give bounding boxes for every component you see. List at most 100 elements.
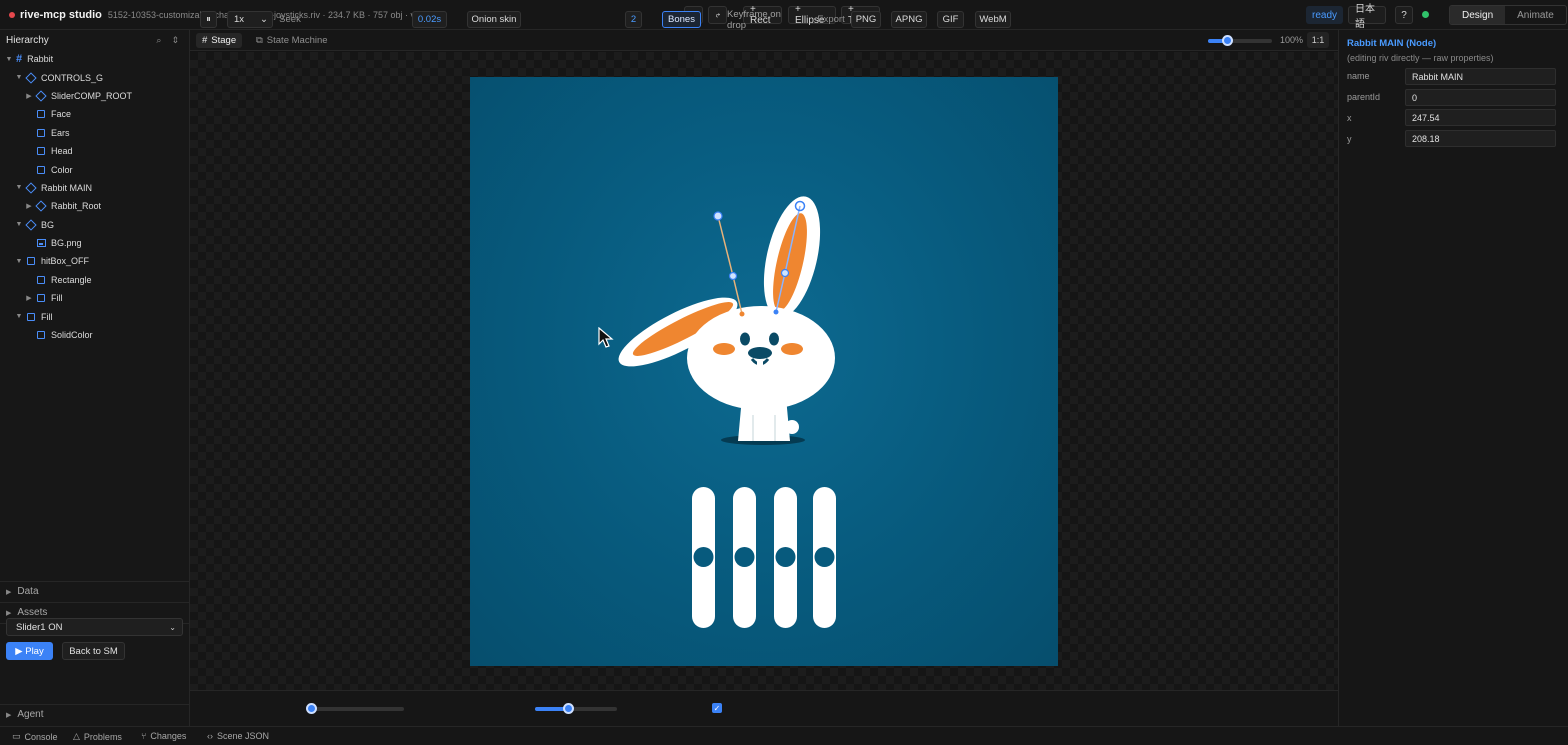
tree-item[interactable]: SolidColor: [0, 326, 189, 344]
section-data[interactable]: ▶ Data: [0, 581, 189, 601]
tree-item[interactable]: ▶ Rabbit_Root: [0, 197, 189, 215]
caret-down-icon[interactable]: ▼: [15, 313, 23, 320]
canvas-area[interactable]: [190, 52, 1338, 690]
tree-item[interactable]: ▶ Fill: [0, 289, 189, 307]
back-to-sm-button[interactable]: Back to SM: [62, 642, 125, 660]
tree-item[interactable]: Rectangle: [0, 271, 189, 289]
caret-down-icon[interactable]: ▼: [15, 221, 23, 228]
onion-slider[interactable]: [535, 703, 617, 714]
tree-item-label: Rabbit: [27, 54, 54, 65]
prop-y-input[interactable]: 208.18: [1405, 130, 1556, 147]
bones-toggle[interactable]: Bones: [662, 11, 701, 28]
prop-parentid-input[interactable]: 0: [1405, 89, 1556, 106]
zoom-reset-button[interactable]: 1:1: [1307, 32, 1329, 48]
tree-item-label: BG.png: [51, 238, 82, 249]
caret-down-icon[interactable]: ▼: [15, 74, 23, 81]
tree-item[interactable]: BG.png: [0, 234, 189, 252]
tree-item-label: Color: [51, 164, 73, 175]
tree-item[interactable]: ▶ SliderCOMP_ROOT: [0, 87, 189, 105]
tree-item-label: Head: [51, 146, 73, 157]
hierarchy-tree: ▼ # Rabbit ▼ CONTROLS_G ▶ SliderCOMP_ROOT Face E…: [0, 50, 189, 344]
onion-slider-thumb[interactable]: [563, 703, 574, 714]
scene-json-tab[interactable]: ‹› Scene JSON: [207, 731, 269, 741]
tree-item-label: Rabbit MAIN: [41, 182, 93, 193]
caret-down-icon[interactable]: ▼: [15, 184, 23, 191]
tree-item-label: hitBox_OFF: [41, 256, 90, 267]
changes-tab[interactable]: ⑂ Changes: [141, 731, 186, 741]
artboard-icon: #: [16, 53, 23, 66]
shape-icon: [37, 128, 45, 137]
rabbit-right-eye: [769, 332, 779, 346]
console-tab[interactable]: ▭ Console: [12, 731, 58, 742]
seek-label: Seek: [279, 14, 301, 25]
seek-value: 0.02s: [412, 11, 447, 28]
tab-state-machine[interactable]: ⧉ State Machine: [250, 33, 334, 48]
zoom-slider-thumb[interactable]: [1222, 35, 1233, 46]
export-apng-button[interactable]: APNG: [891, 11, 927, 28]
artboard[interactable]: [470, 77, 1058, 666]
scene-json-tab-label: Scene JSON: [217, 731, 270, 741]
section-data-label: Data: [17, 586, 39, 597]
problems-tab-label: Problems: [83, 731, 122, 742]
mode-switch: Design Animate: [1449, 5, 1567, 25]
keyframe-on-drop-checkbox[interactable]: ✓: [712, 703, 722, 713]
problems-tab[interactable]: △ Problems: [73, 731, 122, 742]
keyframe-on-drop-label: Keyframe on drop: [727, 8, 781, 31]
tree-item-label: Ears: [51, 127, 70, 138]
pause-button[interactable]: ⏸: [200, 11, 217, 28]
tree-item[interactable]: Face: [0, 105, 189, 123]
help-button[interactable]: ?: [1395, 6, 1413, 24]
branch-icon: ⑂: [141, 731, 147, 741]
tree-item[interactable]: ▼ # Rabbit: [0, 50, 189, 68]
tree-item[interactable]: ▼ BG: [0, 216, 189, 234]
prop-x-input[interactable]: 247.54: [1405, 109, 1556, 126]
caret-down-icon[interactable]: ▼: [5, 56, 13, 63]
tree-item[interactable]: Color: [0, 160, 189, 178]
zoom-level: 100%: [1280, 35, 1304, 45]
artboard-art: [618, 196, 836, 628]
tree-item[interactable]: ▼ hitBox_OFF: [0, 252, 189, 270]
shape-icon: [37, 165, 45, 174]
slider-knob-4: [814, 547, 835, 567]
console-icon: ▭: [12, 731, 21, 741]
mode-design-button[interactable]: Design: [1450, 6, 1506, 24]
section-agent[interactable]: ▶ Agent: [0, 704, 189, 724]
prop-x-label: x: [1347, 113, 1352, 123]
play-button[interactable]: ▶ Play: [6, 642, 53, 660]
tree-item[interactable]: Head: [0, 142, 189, 160]
tree-item-label: BG: [41, 219, 55, 230]
tree-item[interactable]: ▼ Fill: [0, 307, 189, 325]
caret-down-icon[interactable]: ▼: [15, 258, 23, 265]
seek-slider[interactable]: [306, 703, 404, 714]
prop-name-label: name: [1347, 71, 1370, 81]
prop-parentid-label: parentId: [1347, 92, 1381, 102]
search-icon[interactable]: ⌕: [156, 35, 161, 46]
seek-slider-thumb[interactable]: [306, 703, 317, 714]
caret-right-icon[interactable]: ▶: [25, 92, 33, 100]
warning-icon: △: [73, 731, 80, 741]
export-png-button[interactable]: PNG: [851, 11, 881, 28]
tree-item[interactable]: ▼ CONTROLS_G: [0, 68, 189, 86]
image-icon: [37, 239, 46, 248]
caret-right-icon[interactable]: ▶: [25, 202, 33, 210]
export-webm-button[interactable]: WebM: [975, 11, 1011, 28]
rabbit-right-ear: [763, 196, 821, 318]
tab-stage[interactable]: # Stage: [196, 33, 243, 48]
collapse-all-icon[interactable]: ⇕: [171, 35, 179, 46]
redo-button[interactable]: [708, 6, 727, 24]
zoom-slider[interactable]: [1208, 35, 1272, 46]
tree-item[interactable]: ▼ Rabbit MAIN: [0, 179, 189, 197]
onion-skin-button[interactable]: Onion skin: [467, 11, 521, 28]
language-button[interactable]: 日本語: [1348, 4, 1386, 30]
tree-item[interactable]: Ears: [0, 124, 189, 142]
tree-item-label: Rectangle: [51, 274, 92, 285]
mode-animate-button[interactable]: Animate: [1505, 6, 1566, 24]
tree-item-label: SliderCOMP_ROOT: [51, 90, 133, 101]
animation-select[interactable]: Slider1 ON ⌄: [6, 618, 183, 636]
speed-select[interactable]: 1x ⌄: [227, 11, 273, 28]
rabbit-tail: [785, 420, 799, 434]
console-tab-label: Console: [24, 731, 58, 742]
caret-right-icon[interactable]: ▶: [25, 294, 33, 302]
export-gif-button[interactable]: GIF: [937, 11, 964, 28]
prop-name-input[interactable]: Rabbit MAIN: [1405, 68, 1556, 85]
